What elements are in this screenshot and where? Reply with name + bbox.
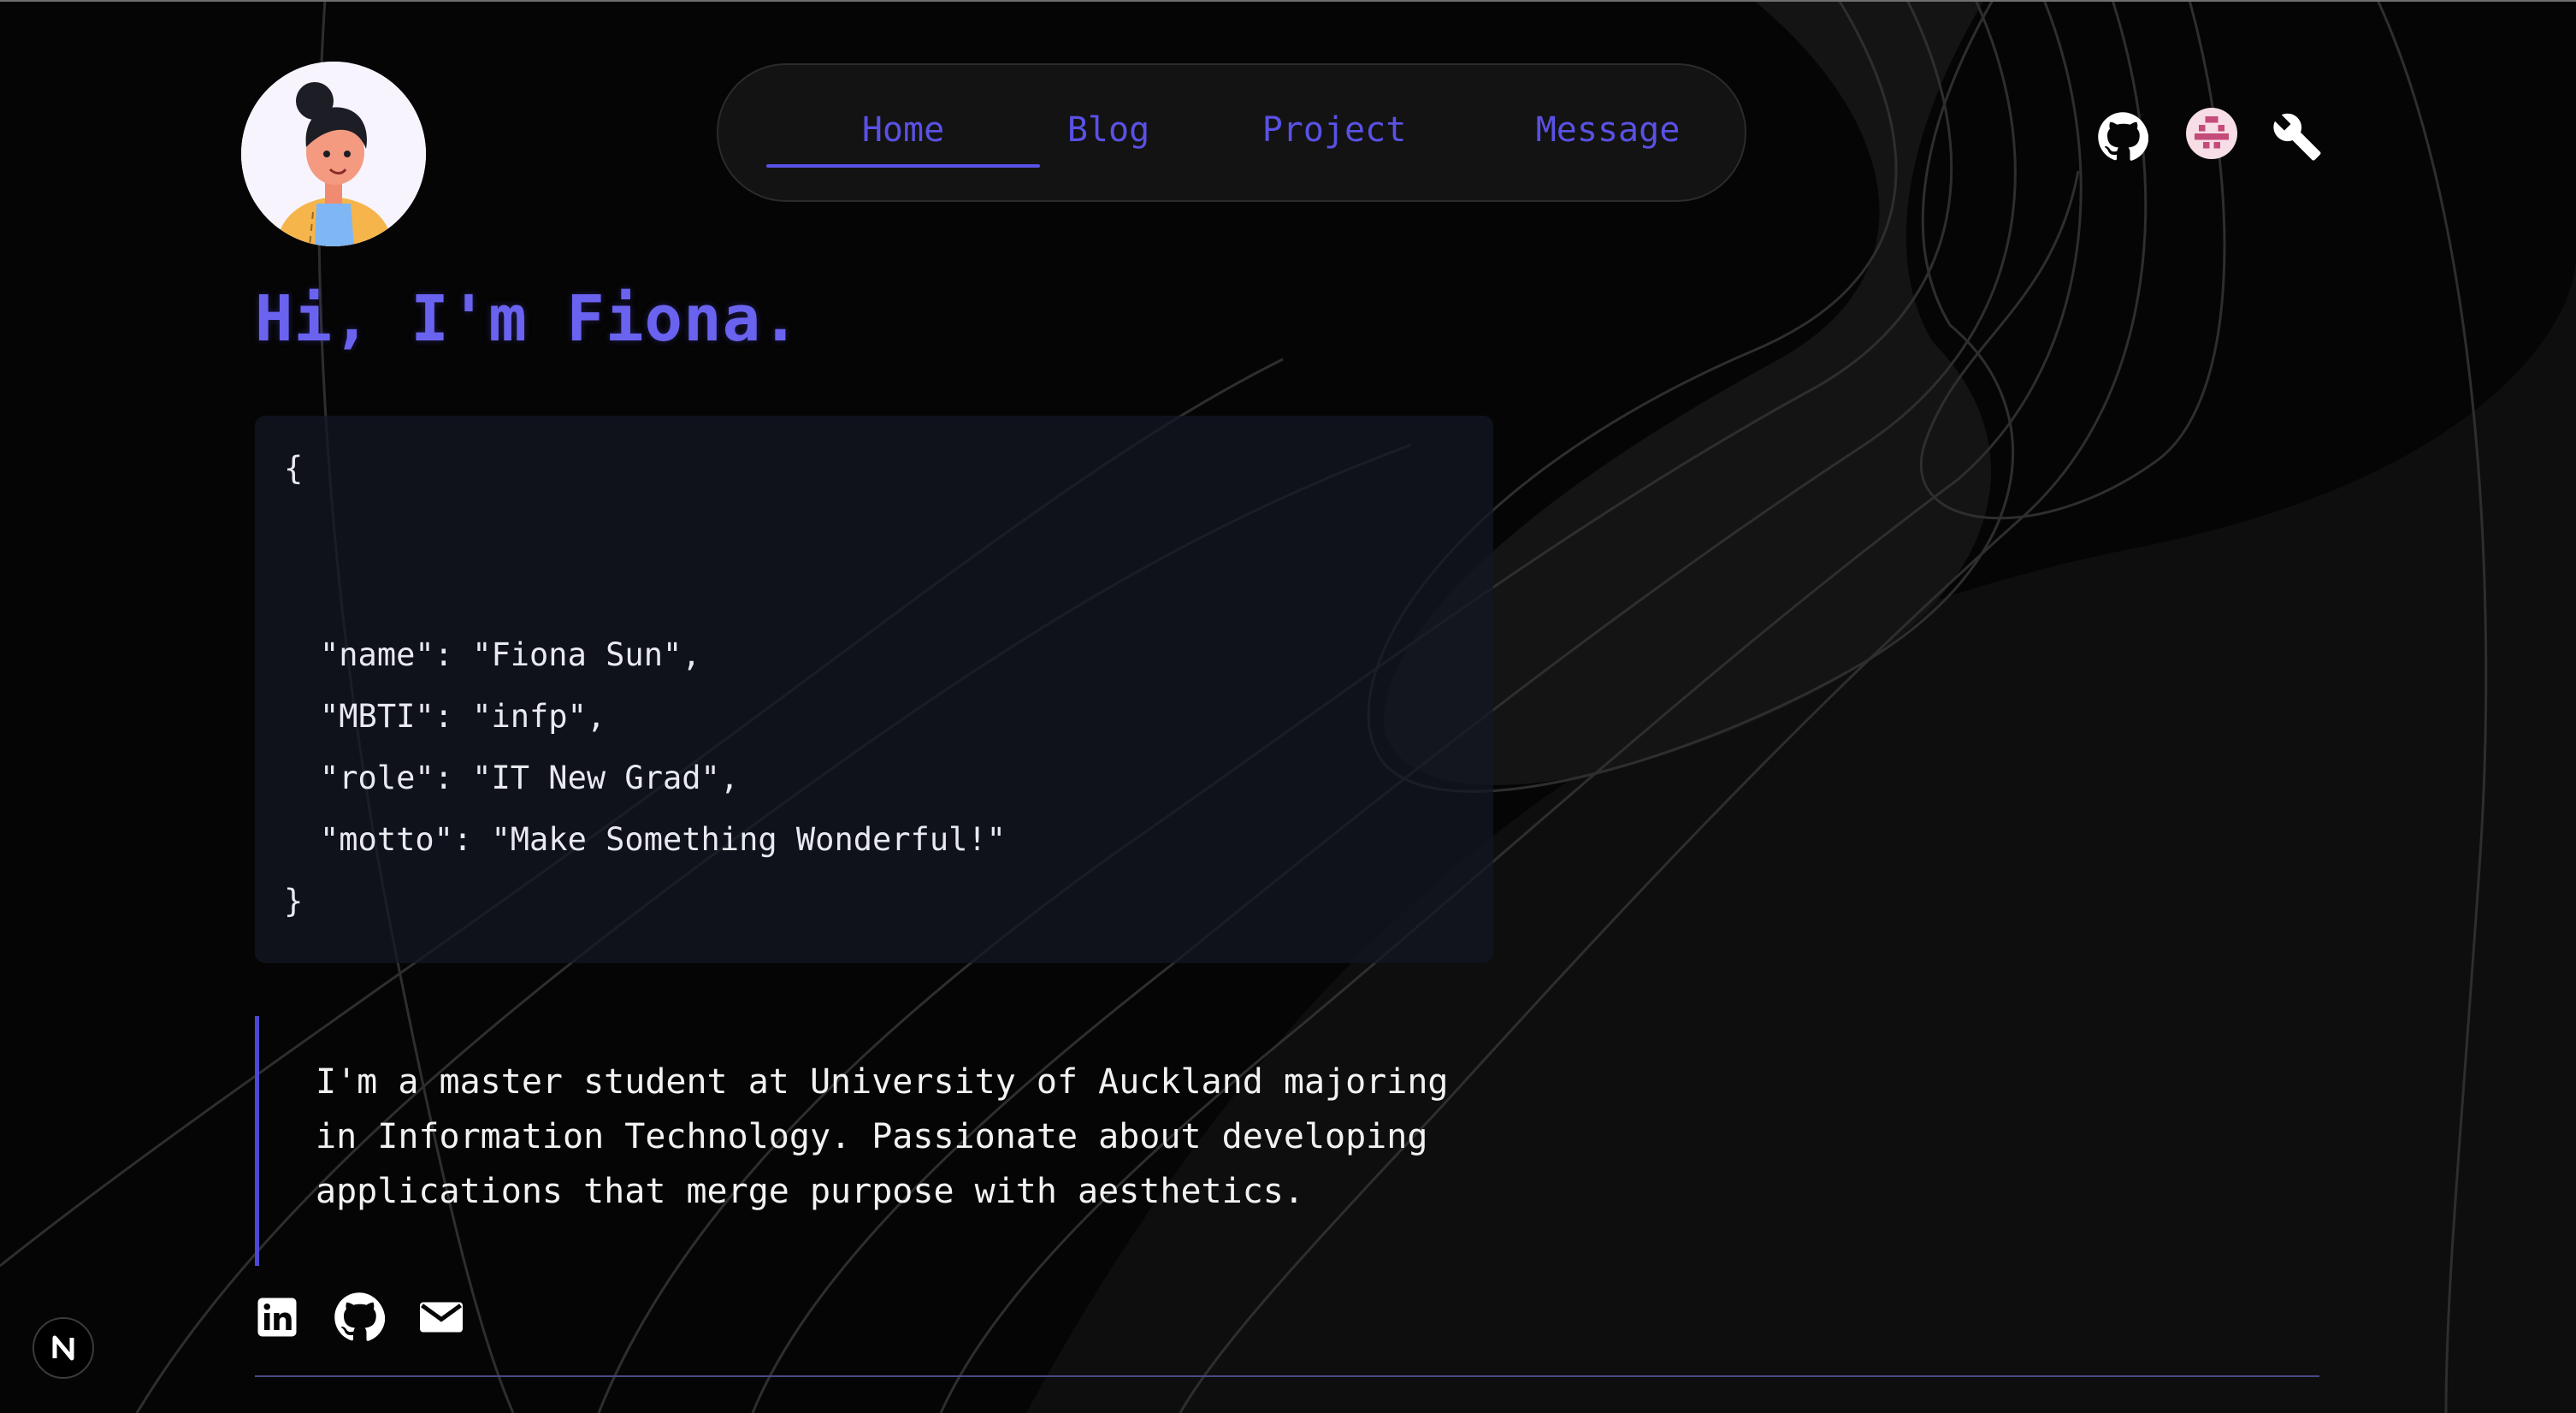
page: Home Blog Project Message Hi, I'm Fiona.… (0, 0, 2576, 1413)
mail-icon[interactable] (416, 1292, 467, 1343)
nav-message[interactable]: Message (1488, 103, 1728, 157)
main-nav: Home Blog Project Message (717, 63, 1746, 202)
footer-divider (255, 1375, 2319, 1377)
window-top-border (0, 0, 2576, 2)
github-icon[interactable] (2097, 111, 2148, 163)
nav-blog[interactable]: Blog (1006, 103, 1211, 157)
code-line-role: "role": "IT New Grad", (320, 760, 740, 796)
code-close-brace: } (284, 883, 304, 919)
avatar[interactable] (241, 62, 426, 246)
nav-project[interactable]: Project (1214, 103, 1454, 157)
linkedin-icon[interactable] (251, 1292, 303, 1343)
page-title: Hi, I'm Fiona. (255, 282, 801, 356)
bio-line-2: in Information Technology. Passionate ab… (316, 1117, 1428, 1156)
nav-home[interactable]: Home (766, 103, 1040, 168)
nextjs-n-icon[interactable] (32, 1317, 94, 1379)
code-line-motto: "motto": "Make Something Wonderful!" (320, 821, 1006, 858)
code-open-brace: { (284, 450, 304, 487)
code-card: { "name": "Fiona Sun", "MBTI": "infp", "… (255, 416, 1493, 963)
bio-line-3: applications that merge purpose with aes… (316, 1172, 1304, 1211)
pixel-avatar-icon[interactable] (2186, 108, 2237, 159)
bio-line-1: I'm a master student at University of Au… (316, 1062, 1449, 1102)
bio-quote: I'm a master student at University of Au… (255, 1016, 1521, 1266)
github-icon[interactable] (334, 1292, 385, 1343)
wrench-icon[interactable] (2272, 111, 2323, 163)
girl-avatar-illustration (241, 62, 426, 246)
code-line-name: "name": "Fiona Sun", (320, 636, 701, 673)
code-line-mbti: "MBTI": "infp", (320, 698, 606, 735)
